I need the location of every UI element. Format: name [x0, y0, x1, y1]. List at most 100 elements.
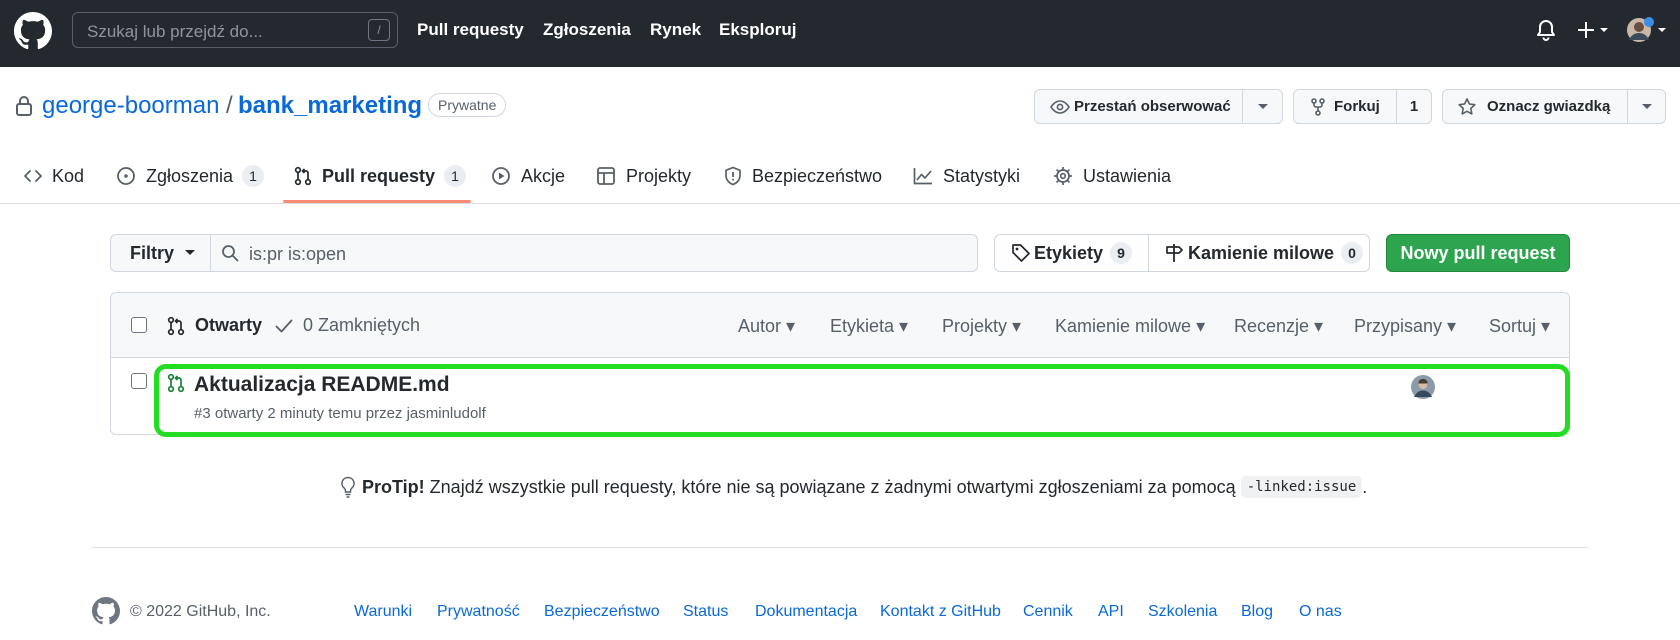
tag-icon	[1012, 244, 1030, 262]
sort-dropdown[interactable]: Sortuj ▾	[1489, 316, 1550, 337]
header-nav-pull-requests[interactable]: Pull requesty	[417, 20, 524, 40]
footer-link-contact[interactable]: Kontakt z GitHub	[880, 603, 1001, 621]
graph-icon	[913, 168, 932, 185]
git-pull-request-icon	[294, 166, 312, 186]
caret-down-icon	[1641, 103, 1652, 109]
play-icon	[492, 167, 510, 185]
issue-opened-icon	[117, 167, 135, 185]
notification-bell-icon[interactable]	[1535, 18, 1557, 42]
star-label: Oznacz gwiazdką	[1487, 98, 1611, 115]
closed-label: 0 Zamkniętych	[303, 315, 421, 335]
milestones-label: Kamienie milowe	[1188, 242, 1335, 263]
footer-link-docs[interactable]: Dokumentacja	[755, 603, 857, 621]
new-pull-request-button[interactable]: Nowy pull request	[1386, 234, 1570, 272]
tab-actions[interactable]: Akcje	[491, 162, 565, 190]
tab-pull-requests-label: Pull requesty	[322, 165, 436, 186]
star-button-group: Oznacz gwiazdką	[1442, 89, 1666, 124]
label-filter-dropdown[interactable]: Etykieta ▾	[830, 316, 908, 337]
tab-pull-requests[interactable]: Pull requesty 1	[294, 162, 467, 190]
search-query-value: is:pr is:open	[249, 244, 347, 264]
pull-requests-search-input[interactable]: is:pr is:open	[210, 234, 978, 272]
watch-dropdown-button[interactable]	[1242, 90, 1282, 123]
list-header: Otwarty 0 Zamkniętych Autor ▾ Etykieta ▾…	[111, 293, 1569, 358]
unwatch-label: Przestań obserwować	[1074, 98, 1231, 115]
author-filter-dropdown[interactable]: Autor ▾	[738, 316, 795, 337]
footer-link-blog[interactable]: Blog	[1241, 603, 1273, 621]
header-nav-marketplace[interactable]: Rynek	[650, 20, 701, 40]
open-label: Otwarty	[195, 315, 263, 335]
tab-issues-count: 1	[242, 165, 265, 187]
unwatch-button[interactable]: Przestań obserwować	[1035, 90, 1242, 123]
tab-projects[interactable]: Projekty	[596, 162, 691, 190]
tab-insights-label: Statystyki	[943, 165, 1021, 186]
filters-dropdown-button[interactable]: Filtry	[110, 234, 211, 272]
fork-label: Forkuj	[1334, 98, 1380, 115]
tab-insights[interactable]: Statystyki	[913, 162, 1020, 190]
reviewer-avatar-icon[interactable]	[1411, 375, 1435, 399]
labels-label: Etykiety	[1034, 242, 1104, 263]
tab-issues[interactable]: Zgłoszenia 1	[116, 162, 265, 190]
reviews-filter-label: Recenzje	[1234, 316, 1310, 336]
caret-down-icon	[185, 250, 196, 255]
tab-security-label: Bezpieczeństwo	[752, 165, 883, 186]
sort-label: Sortuj	[1489, 316, 1537, 336]
fork-button[interactable]: Forkuj	[1294, 90, 1396, 123]
labels-button[interactable]: Etykiety 9	[995, 235, 1148, 271]
footer-link-status[interactable]: Status	[683, 603, 728, 621]
footer-link-privacy[interactable]: Prywatność	[437, 603, 520, 621]
eye-icon	[1050, 99, 1070, 114]
label-filter-label: Etykieta	[830, 316, 895, 336]
fork-count[interactable]: 1	[1396, 90, 1431, 123]
tab-projects-label: Projekty	[626, 165, 692, 186]
protip-bold: ProTip!	[362, 476, 425, 497]
projects-filter-dropdown[interactable]: Projekty ▾	[942, 316, 1021, 337]
reviews-filter-dropdown[interactable]: Recenzje ▾	[1234, 316, 1323, 337]
protip-code: -linked:issue	[1240, 476, 1363, 498]
tab-code[interactable]: Kod	[24, 162, 84, 190]
global-header: Szukaj lub przejdź do... / Pull requesty…	[0, 0, 1680, 67]
create-new-plus-icon[interactable]	[1576, 18, 1614, 42]
milestones-filter-dropdown[interactable]: Kamienie milowe ▾	[1055, 316, 1205, 337]
global-search-input[interactable]: Szukaj lub przejdź do... /	[72, 12, 398, 48]
repo-name-link[interactable]: bank_marketing	[238, 92, 422, 120]
protip-end: .	[1362, 476, 1368, 497]
tab-security[interactable]: Bezpieczeństwo	[724, 162, 882, 190]
footer-link-security[interactable]: Bezpieczeństwo	[544, 603, 660, 621]
github-logo-icon[interactable]	[92, 597, 120, 625]
milestones-filter-label: Kamienie milowe	[1055, 316, 1192, 336]
repo-owner-link[interactable]: george-boorman	[42, 92, 219, 120]
footer-copyright: © 2022 GitHub, Inc.	[130, 603, 271, 620]
check-icon	[275, 319, 293, 332]
labels-milestones-group: Etykiety 9 Kamienie milowe 0	[994, 234, 1370, 272]
header-nav-issues[interactable]: Zgłoszenia	[543, 20, 631, 40]
tab-settings[interactable]: Ustawienia	[1053, 162, 1171, 190]
user-avatar-icon[interactable]	[1626, 17, 1670, 43]
select-all-checkbox[interactable]	[131, 317, 147, 333]
tabs-divider	[0, 203, 1680, 204]
star-dropdown-button[interactable]	[1627, 90, 1665, 123]
pr-row-checkbox[interactable]	[131, 373, 147, 389]
star-button[interactable]: Oznacz gwiazdką	[1443, 90, 1627, 123]
footer-link-about[interactable]: O nas	[1299, 603, 1342, 621]
github-logo-icon[interactable]	[14, 12, 52, 50]
author-filter-label: Autor	[738, 316, 782, 336]
open-filter-button[interactable]: Otwarty	[167, 315, 262, 336]
labels-count: 9	[1110, 242, 1133, 264]
caret-down-icon	[1257, 103, 1268, 109]
visibility-badge: Prywatne	[428, 93, 507, 117]
assignee-filter-dropdown[interactable]: Przypisany ▾	[1354, 316, 1456, 337]
closed-filter-button[interactable]: 0 Zamkniętych	[275, 315, 420, 336]
footer-link-pricing[interactable]: Cennik	[1023, 603, 1073, 621]
footer-link-training[interactable]: Szkolenia	[1148, 603, 1217, 621]
tab-settings-label: Ustawienia	[1083, 165, 1172, 186]
milestones-button[interactable]: Kamienie milowe 0	[1148, 235, 1369, 271]
tab-code-label: Kod	[52, 165, 85, 186]
footer-link-api[interactable]: API	[1098, 603, 1124, 621]
search-placeholder: Szukaj lub przejdź do...	[87, 22, 263, 41]
header-nav-explore[interactable]: Eksploruj	[719, 20, 796, 40]
tab-issues-label: Zgłoszenia	[146, 165, 234, 186]
protip: ProTip! Znajdź wszystkie pull requesty, …	[340, 474, 1367, 500]
footer-divider	[92, 547, 1588, 548]
shield-icon	[725, 166, 741, 186]
footer-link-terms[interactable]: Warunki	[354, 603, 412, 621]
